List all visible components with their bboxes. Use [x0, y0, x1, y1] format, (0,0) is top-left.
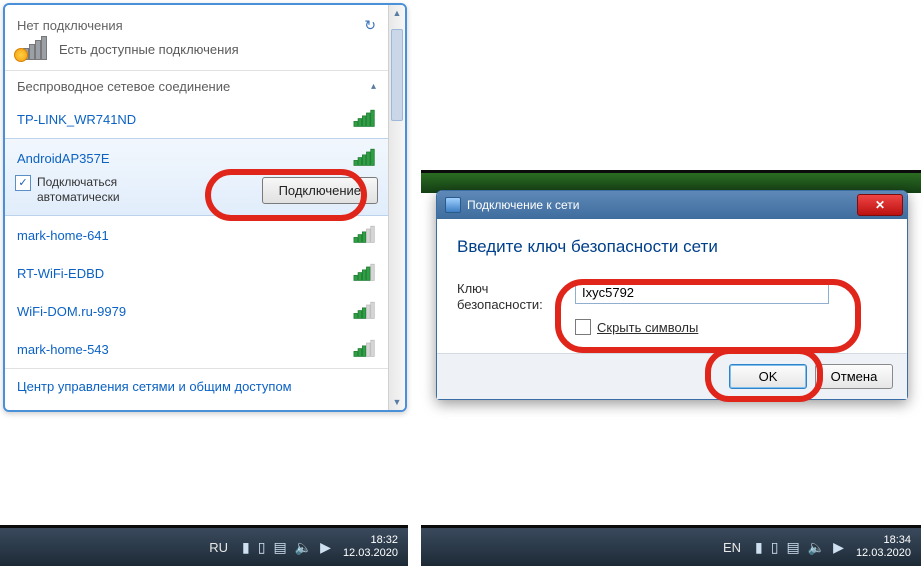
signal-icon: [354, 303, 376, 318]
scroll-up-icon[interactable]: ▲: [389, 8, 405, 18]
key-label: Ключ безопасности:: [457, 281, 561, 313]
taskbar-left: RU ▮ ▯ ▤ 🔈 ▶ 18:32 12.03.2020: [0, 525, 408, 566]
network-tray-icon[interactable]: ▤: [273, 539, 286, 556]
flag-icon[interactable]: ▶: [320, 539, 331, 556]
chevron-up-icon: ▴: [371, 81, 376, 92]
signal-warning-icon: [17, 38, 49, 60]
network-dialog-icon: [445, 197, 461, 213]
volume-icon[interactable]: 🔈: [295, 539, 312, 556]
volume-icon[interactable]: 🔈: [808, 539, 825, 556]
battery-icon[interactable]: ▯: [258, 539, 266, 556]
language-indicator[interactable]: EN: [715, 540, 749, 555]
tray-icons[interactable]: ▮ ▯ ▤ 🔈 ▶: [236, 539, 337, 556]
clock[interactable]: 18:34 12.03.2020: [850, 532, 921, 562]
tray-icon[interactable]: ▮: [242, 539, 250, 556]
signal-icon: [354, 150, 376, 165]
battery-icon[interactable]: ▯: [771, 539, 779, 556]
close-button[interactable]: ✕: [857, 194, 903, 216]
wireless-group-header[interactable]: Беспроводное сетевое соединение ▴: [5, 73, 388, 100]
connect-button[interactable]: Подключение: [262, 177, 378, 204]
status-title: Нет подключения: [17, 18, 123, 33]
flag-icon[interactable]: ▶: [833, 539, 844, 556]
tray-icon[interactable]: ▮: [755, 539, 763, 556]
network-item[interactable]: RT-WiFi-EDBD: [5, 254, 388, 292]
tray-icons[interactable]: ▮ ▯ ▤ 🔈 ▶: [749, 539, 850, 556]
signal-icon: [354, 265, 376, 280]
cancel-button[interactable]: Отмена: [815, 364, 893, 389]
hide-chars-label[interactable]: Скрыть символы: [597, 320, 698, 335]
signal-icon: [354, 111, 376, 126]
hide-chars-checkbox[interactable]: [575, 319, 591, 335]
network-center-link[interactable]: Центр управления сетями и общим доступом: [5, 368, 388, 404]
language-indicator[interactable]: RU: [201, 540, 236, 555]
network-item[interactable]: TP-LINK_WR741ND: [5, 100, 388, 138]
ok-button[interactable]: OK: [729, 364, 807, 389]
signal-icon: [354, 227, 376, 242]
dialog-heading: Введите ключ безопасности сети: [457, 237, 887, 257]
auto-connect-checkbox[interactable]: ✓ Подключаться автоматически: [15, 175, 120, 205]
dialog-titlebar[interactable]: Подключение к сети ✕: [437, 191, 907, 219]
security-key-input[interactable]: [575, 281, 829, 304]
network-item[interactable]: mark-home-543: [5, 330, 388, 368]
signal-icon: [354, 341, 376, 356]
network-item[interactable]: WiFi-DOM.ru-9979: [5, 292, 388, 330]
scrollbar[interactable]: ▲ ▼: [388, 5, 405, 410]
checkbox-icon: ✓: [15, 175, 31, 191]
clock[interactable]: 18:32 12.03.2020: [337, 532, 408, 562]
network-flyout: Нет подключения ↻ Есть доступные подключ…: [3, 3, 407, 412]
scroll-thumb[interactable]: [391, 29, 403, 121]
taskbar-right: EN ▮ ▯ ▤ 🔈 ▶ 18:34 12.03.2020: [421, 525, 921, 566]
network-item-selected[interactable]: AndroidAP357E ✓ Подключаться автоматичес…: [5, 138, 388, 216]
network-item[interactable]: mark-home-641: [5, 216, 388, 254]
status-subtitle: Есть доступные подключения: [59, 42, 239, 57]
network-tray-icon[interactable]: ▤: [786, 539, 799, 556]
refresh-icon[interactable]: ↻: [364, 17, 376, 34]
connect-dialog: Подключение к сети ✕ Введите ключ безопа…: [436, 190, 908, 400]
scroll-down-icon[interactable]: ▼: [389, 397, 405, 407]
